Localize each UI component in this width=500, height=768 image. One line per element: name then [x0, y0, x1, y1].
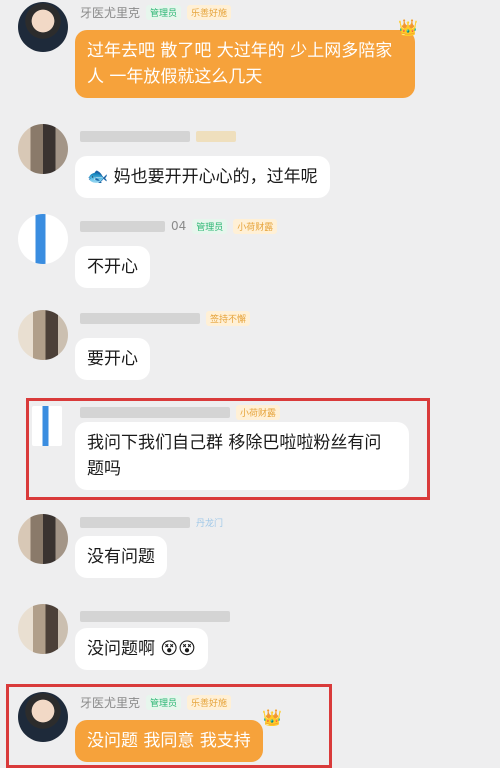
sender-line: 小荷财露 [80, 402, 281, 422]
message-text: 没问题 我同意 我支持 [87, 731, 251, 751]
message-text: 过年去吧 散了吧 大过年的 少上网多陪家人 一年放假就这么几天 [87, 41, 393, 87]
crown-icon: 👑 [398, 18, 418, 37]
avatar[interactable] [18, 604, 68, 654]
message-text: 不开心 [87, 257, 138, 277]
title-tag: 签持不懈 [206, 310, 251, 326]
avatar[interactable] [18, 310, 68, 360]
sender-name[interactable]: 牙医尤里克 [80, 694, 140, 711]
dizzy-emoji-icon: 😵😵 [160, 639, 196, 659]
admin-tag: 管理员 [146, 4, 182, 20]
message-text: 没问题啊 [87, 639, 155, 659]
avatar[interactable] [18, 214, 68, 264]
title-tag: 小荷财露 [236, 404, 281, 420]
sender-line [80, 126, 236, 146]
message-bubble[interactable]: 要开心 [75, 338, 150, 380]
sender-name[interactable]: 牙医尤里克 [80, 4, 140, 21]
avatar[interactable] [18, 2, 68, 52]
message-text: 要开心 [87, 349, 138, 369]
sender-id-suffix: 04 [171, 219, 187, 233]
avatar[interactable] [18, 124, 68, 174]
message-text: 妈也要开开心心的，过年呢 [113, 167, 318, 187]
avatar[interactable] [32, 406, 62, 446]
sender-line [80, 606, 230, 626]
avatar[interactable] [18, 514, 68, 564]
sender-line: 牙医尤里克 管理员 乐善好施 [80, 692, 232, 712]
message-text: 没有问题 [87, 547, 155, 567]
message-text: 我问下我们自己群 移除巴啦啦粉丝有问题吗 [87, 433, 382, 479]
message-bubble[interactable]: 不开心 [75, 246, 150, 288]
title-tag: 丹龙门 [196, 518, 224, 529]
message-bubble[interactable]: 过年去吧 散了吧 大过年的 少上网多陪家人 一年放假就这么几天 [75, 30, 415, 98]
sender-line: 签持不懈 [80, 308, 251, 328]
sender-line: 04 管理员 小荷财露 [80, 216, 278, 236]
sender-line: 牙医尤里克 管理员 乐善好施 [80, 2, 232, 22]
title-tag: 乐善好施 [187, 694, 232, 710]
message-bubble[interactable]: 没有问题 [75, 536, 167, 578]
title-tag: 乐善好施 [187, 4, 232, 20]
message-bubble[interactable]: 没问题啊 😵😵 [75, 628, 208, 670]
message-bubble[interactable]: 我问下我们自己群 移除巴啦啦粉丝有问题吗 [75, 422, 409, 490]
admin-tag: 管理员 [146, 694, 182, 710]
message-bubble[interactable]: 🐟 妈也要开开心心的，过年呢 [75, 156, 330, 198]
fish-icon: 🐟 [87, 167, 109, 187]
admin-tag: 管理员 [192, 218, 228, 234]
title-tag: 小荷财露 [233, 218, 278, 234]
crown-icon: 👑 [262, 708, 282, 727]
sender-line: 丹龙门 [80, 512, 223, 532]
avatar[interactable] [18, 692, 68, 742]
message-bubble[interactable]: 没问题 我同意 我支持 [75, 720, 263, 762]
